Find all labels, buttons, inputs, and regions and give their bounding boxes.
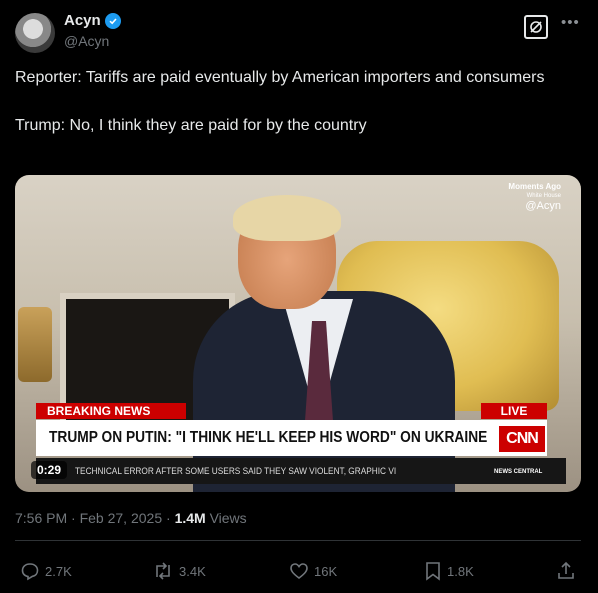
tweet-time[interactable]: 7:56 PM (15, 510, 67, 526)
reply-icon (21, 563, 39, 581)
live-label: LIVE (481, 403, 547, 419)
tweet-date[interactable]: Feb 27, 2025 (80, 510, 163, 526)
share-icon (558, 561, 574, 579)
cnn-logo: CNN (499, 426, 545, 452)
author-handle[interactable]: @Acyn (64, 33, 109, 49)
repost-button[interactable]: 3.4K (152, 561, 206, 581)
repost-count: 3.4K (179, 563, 206, 579)
ticker-tag: NEWS CENTRAL (494, 469, 543, 475)
video-duration: 0:29 (31, 461, 68, 479)
like-icon (290, 563, 308, 580)
person-hair (233, 195, 341, 241)
watermark-line2: White House (526, 193, 561, 199)
verified-badge-icon (104, 12, 121, 29)
repost-icon (156, 562, 170, 580)
reply-count: 2.7K (45, 563, 72, 579)
bookmark-icon (426, 562, 440, 581)
like-count: 16K (314, 563, 338, 579)
ticker-text: TECHNICAL ERROR AFTER SOME USERS SAID TH… (75, 466, 397, 476)
tweet-text: Reporter: Tariffs are paid eventually by… (15, 66, 575, 138)
author-display-name[interactable]: Acyn (64, 12, 101, 29)
watermark-handle: @Acyn (525, 200, 561, 212)
like-button[interactable]: 16K (289, 561, 337, 581)
video-player[interactable]: Moments Ago White House @Acyn BREAKING N… (15, 175, 581, 492)
bookmark-count: 1.8K (447, 563, 474, 579)
watermark-line1: Moments Ago (508, 182, 561, 191)
video-watermark: Moments Ago White House @Acyn (477, 182, 561, 222)
tweet-paragraph: Reporter: Tariffs are paid eventually by… (15, 69, 545, 86)
more-icon[interactable]: ••• (561, 14, 580, 31)
author-name-row: Acyn (64, 12, 121, 29)
bookmark-button[interactable]: 1.8K (424, 561, 474, 581)
wall-sconce (18, 307, 52, 382)
breaking-news-label: BREAKING NEWS (36, 403, 186, 419)
tweet-meta: 7:56 PM · Feb 27, 2025 · 1.4M Views (15, 510, 247, 526)
avatar[interactable] (15, 13, 55, 53)
reply-button[interactable]: 2.7K (20, 561, 72, 581)
views-label: Views (209, 510, 247, 526)
chyron-headline: TRUMP ON PUTIN: "I THINK HE'LL KEEP HIS … (49, 429, 488, 446)
views-count: 1.4M (174, 510, 206, 526)
share-button[interactable] (557, 561, 575, 581)
divider (15, 540, 581, 541)
tweet-paragraph: Trump: No, I think they are paid for by … (15, 117, 367, 134)
grok-icon[interactable] (524, 15, 548, 39)
